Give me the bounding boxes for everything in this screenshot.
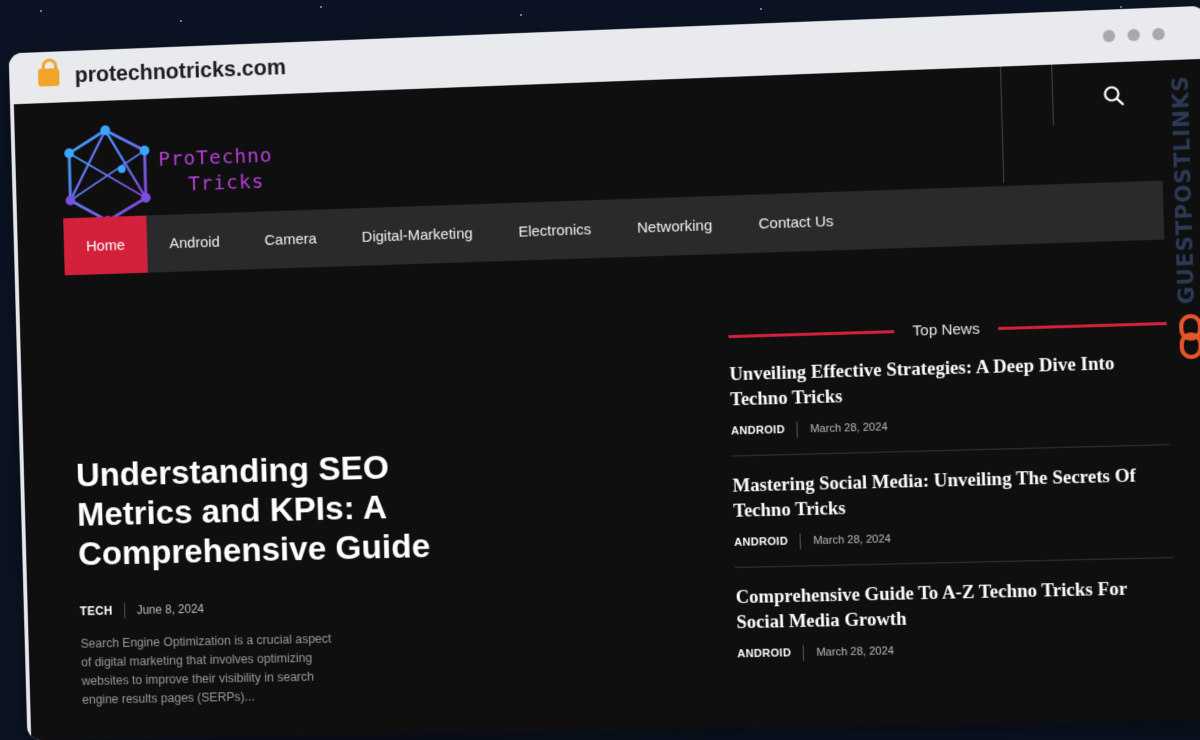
heading-rule [998, 321, 1167, 331]
page-viewport: ProTechno Tricks GUESTPOSTLINKS Home And… [13, 58, 1200, 740]
news-meta: ANDROID March 28, 2024 [737, 637, 1176, 662]
watermark-brand: GUESTPOSTLINKS [1167, 74, 1200, 305]
list-item: Comprehensive Guide To A-Z Techno Tricks… [735, 558, 1177, 678]
nav-item-digital-marketing[interactable]: Digital-Marketing [338, 204, 496, 267]
featured-article-meta: TECH June 8, 2024 [80, 594, 501, 619]
publish-date: March 28, 2024 [816, 645, 895, 659]
category-label[interactable]: TECH [80, 604, 113, 618]
top-news-heading: Top News [912, 320, 980, 340]
publish-date: March 28, 2024 [809, 421, 888, 436]
window-frame: protechnotricks.com ProTechno Tricks GUE… [8, 5, 1200, 740]
browser-window: protechnotricks.com ProTechno Tricks GUE… [2, 0, 1200, 740]
nav-item-camera[interactable]: Camera [241, 209, 340, 270]
meta-divider [799, 533, 802, 550]
header-divider [999, 66, 1005, 184]
heading-rule [728, 330, 895, 339]
news-meta: ANDROID March 28, 2024 [734, 524, 1173, 550]
meta-divider [123, 602, 126, 619]
search-icon [1102, 84, 1125, 107]
url-text[interactable]: protechnotricks.com [74, 54, 286, 88]
news-title[interactable]: Mastering Social Media: Unveiling The Se… [732, 463, 1172, 524]
category-label[interactable]: ANDROID [731, 424, 785, 438]
nav-item-home[interactable]: Home [63, 215, 148, 276]
logo-wordmark: ProTechno Tricks [158, 142, 274, 197]
list-item: Unveiling Effective Strategies: A Deep D… [728, 332, 1171, 457]
window-dot-icon[interactable] [1127, 28, 1141, 42]
news-title[interactable]: Unveiling Effective Strategies: A Deep D… [729, 350, 1169, 413]
meta-divider [796, 421, 799, 438]
link-chain-icon [1177, 314, 1200, 360]
nav-item-android[interactable]: Android [146, 212, 243, 272]
nav-item-contact-us[interactable]: Contact Us [735, 191, 858, 253]
logo-line-1: ProTechno [157, 142, 273, 171]
publish-date: June 8, 2024 [136, 601, 205, 618]
category-label[interactable]: ANDROID [734, 536, 788, 549]
news-meta: ANDROID March 28, 2024 [731, 412, 1170, 440]
nav-item-networking[interactable]: Networking [613, 195, 736, 257]
window-dot-icon[interactable] [1152, 27, 1165, 41]
search-button[interactable] [1102, 84, 1125, 107]
meta-divider [803, 644, 805, 662]
window-dot-icon[interactable] [1102, 29, 1116, 43]
news-title[interactable]: Comprehensive Guide To A-Z Techno Tricks… [735, 576, 1175, 636]
logo-line-2: Tricks [187, 168, 265, 196]
publish-date: March 28, 2024 [813, 533, 891, 548]
nav-item-electronics[interactable]: Electronics [495, 199, 615, 261]
top-news-section: Top News Unveiling Effective Strategies:… [728, 315, 1176, 679]
featured-article-title[interactable]: Understanding SEO Metrics and KPIs: A Co… [76, 445, 500, 574]
category-label[interactable]: ANDROID [737, 647, 791, 660]
header-divider [1051, 64, 1054, 126]
list-item: Mastering Social Media: Unveiling The Se… [731, 445, 1174, 569]
window-controls [1102, 27, 1165, 43]
lock-icon [37, 68, 60, 87]
